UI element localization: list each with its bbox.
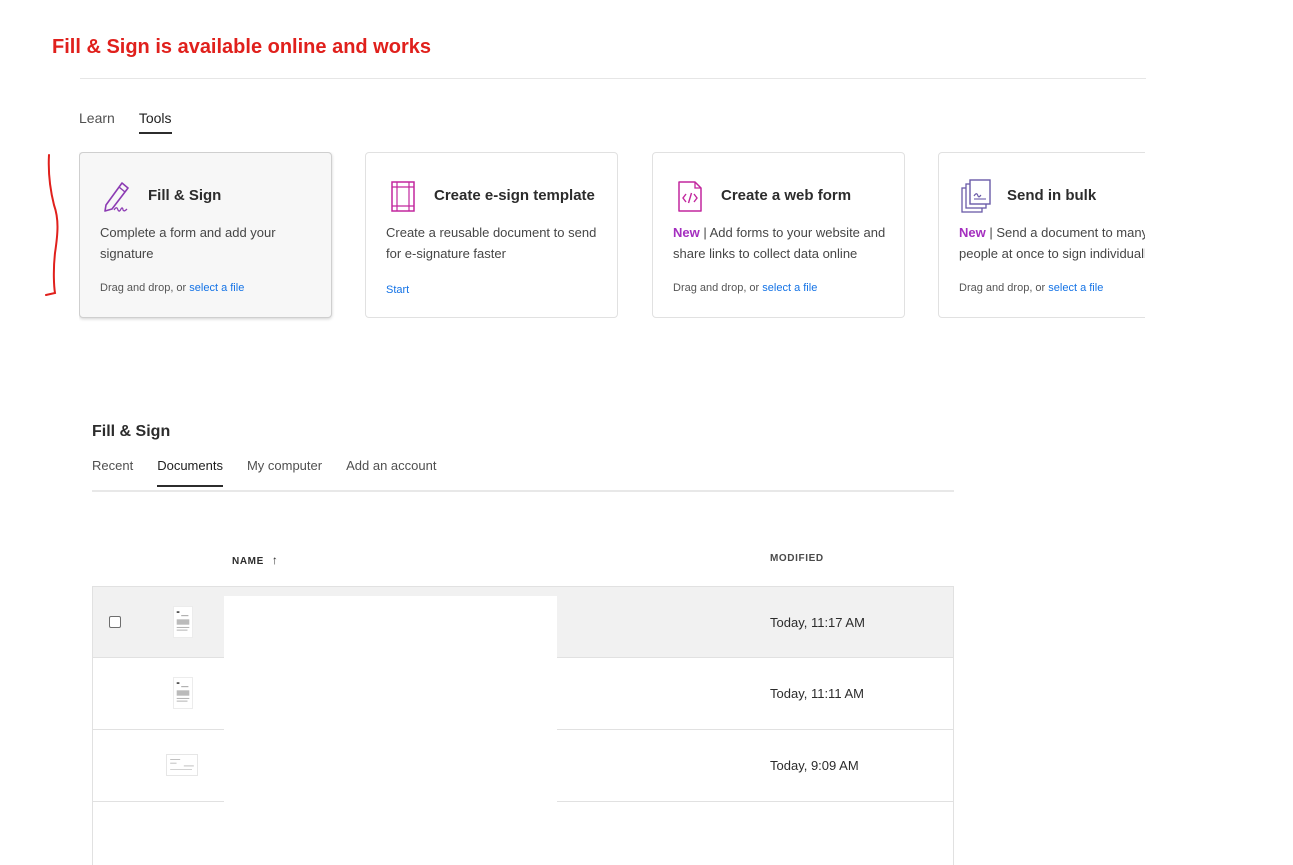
tab-documents[interactable]: Documents [157,458,223,487]
drop-hint-text: Drag and drop, or [959,282,1049,294]
card-esign-template[interactable]: Create e-sign template Create a reusable… [365,152,618,318]
card-drop-hint: Drag and drop, or select a file [100,282,244,294]
select-file-link[interactable]: select a file [189,282,244,294]
card-desc-line1: Complete a form and add your [100,225,276,240]
start-link[interactable]: Start [386,284,409,296]
modified-date: Today, 11:17 AM [770,615,865,630]
top-divider [80,78,1146,79]
card-web-form[interactable]: Create a web form New | Add forms to you… [652,152,905,318]
card-desc-line2: share links to collect data online [673,246,858,261]
annotation-bracket [45,154,59,296]
column-name-label: NAME [232,556,264,567]
document-thumbnail-icon [173,606,193,638]
card-desc-line2: people at once to sign individuall [959,246,1145,261]
tools-tabs: Learn Tools [79,110,172,134]
card-title: Fill & Sign [148,187,222,204]
tab-recent[interactable]: Recent [92,458,133,487]
card-description: Complete a form and add your signature [100,222,336,264]
card-fill-sign[interactable]: Fill & Sign Complete a form and add your… [79,152,332,318]
tabs-divider [92,490,954,492]
modified-date: Today, 11:11 AM [770,686,864,701]
sort-ascending-icon: ↑ [271,553,279,567]
tab-tools[interactable]: Tools [138,110,172,134]
card-desc-line1: Create a reusable document to send [386,225,597,240]
drop-hint-text: Drag and drop, or [100,282,190,294]
card-description: New | Send a document to many people at … [959,222,1145,264]
pen-sign-icon [104,182,129,212]
card-desc-line1: | Add forms to your website and [699,225,886,240]
column-header-modified[interactable]: MODIFIED [770,553,824,564]
annotation-title: Fill & Sign is available online and work… [52,36,431,58]
select-file-link[interactable]: select a file [762,282,817,294]
new-badge: New [959,225,986,240]
web-form-icon [678,181,702,212]
tab-learn[interactable]: Learn [79,110,115,134]
send-bulk-icon [961,179,991,213]
document-thumbnail-icon [166,754,198,776]
card-title: Create a web form [721,187,852,204]
card-drop-hint: Drag and drop, or select a file [959,282,1103,294]
document-thumbnail-icon [173,677,193,709]
card-desc-line2: for e-signature faster [386,246,506,261]
tool-cards: Fill & Sign Complete a form and add your… [79,152,1145,322]
card-title: Create e-sign template [434,187,595,204]
modified-date: Today, 9:09 AM [770,758,859,773]
card-drop-hint: Drag and drop, or select a file [673,282,817,294]
card-send-bulk[interactable]: Send in bulk New | Send a document to ma… [938,152,1145,318]
column-header-name[interactable]: NAME ↑ [232,553,278,567]
drop-hint-text: Drag and drop, or [673,282,763,294]
template-icon [391,181,415,212]
tab-my-computer[interactable]: My computer [247,458,322,487]
select-file-link[interactable]: select a file [1048,282,1103,294]
tab-add-account[interactable]: Add an account [346,458,436,487]
file-source-tabs: Recent Documents My computer Add an acco… [92,458,436,487]
new-badge: New [673,225,700,240]
redacted-filenames [224,596,557,802]
card-title: Send in bulk [1007,187,1097,204]
section-title: Fill & Sign [92,423,171,440]
card-description: New | Add forms to your website and shar… [673,222,909,264]
card-desc-line2: signature [100,246,154,261]
card-desc-line1: | Send a document to many [985,225,1145,240]
row-checkbox[interactable] [109,616,121,628]
card-description: Create a reusable document to send for e… [386,222,622,264]
